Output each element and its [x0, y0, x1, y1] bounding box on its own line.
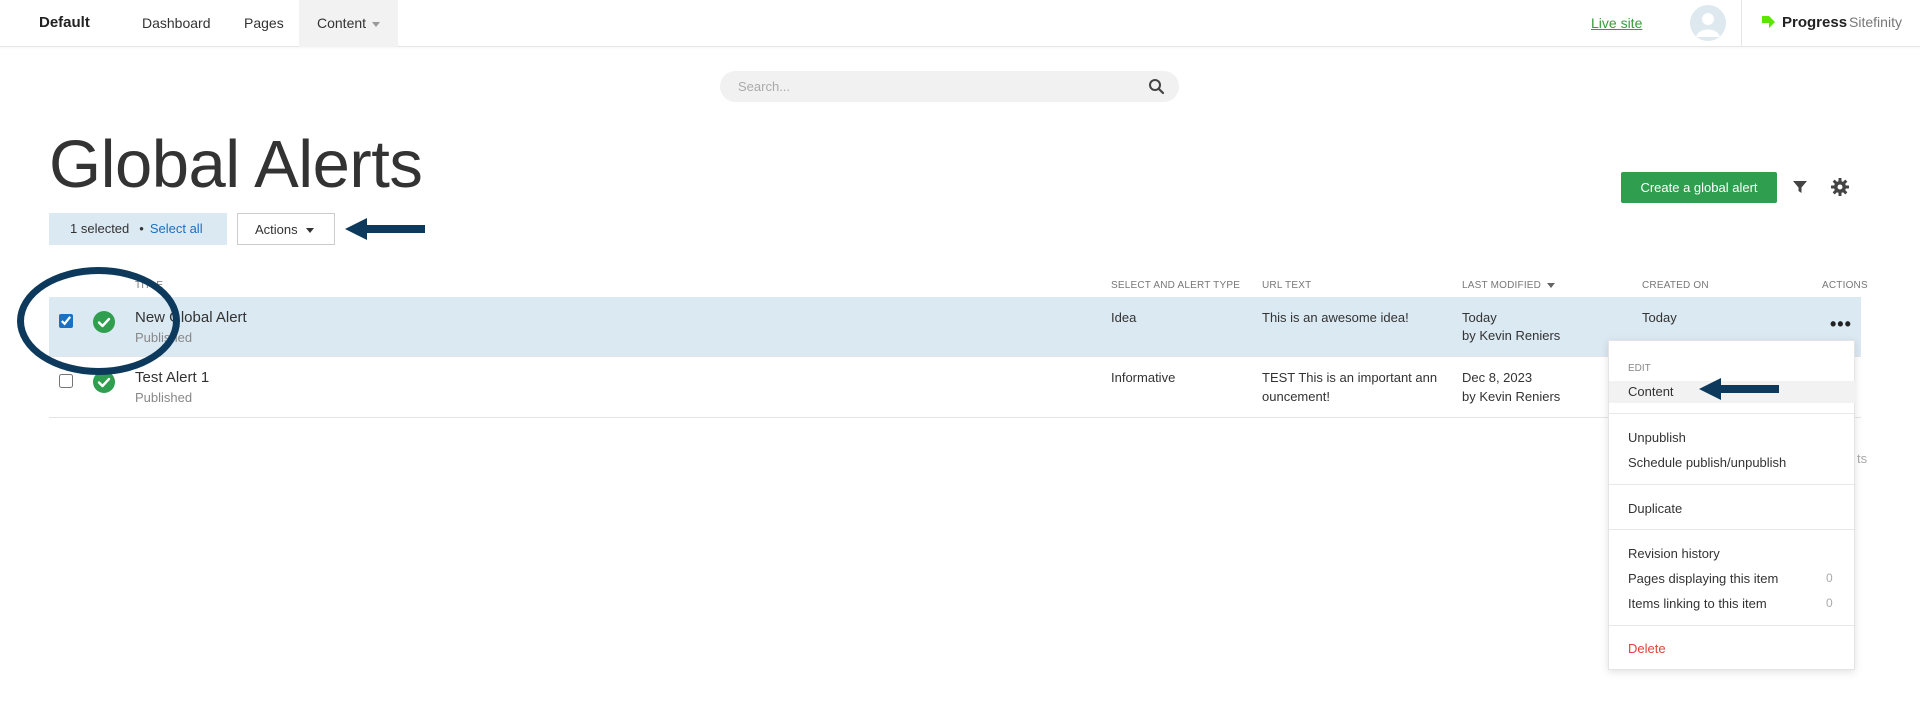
menu-item-revision-history[interactable]: Revision history	[1628, 546, 1720, 561]
create-global-alert-button[interactable]: Create a global alert	[1621, 172, 1777, 203]
row-status: Published	[135, 390, 193, 405]
selected-count: 1 selected	[70, 221, 130, 236]
background-text-fragment: ts	[1857, 451, 1868, 466]
column-header-actions: Actions	[1822, 280, 1868, 291]
column-header-created-on[interactable]: Created on	[1642, 280, 1709, 291]
menu-item-duplicate[interactable]: Duplicate	[1628, 501, 1682, 516]
actions-button-label: Actions	[255, 221, 298, 237]
table-row[interactable]: New Global Alert Published Idea This is …	[49, 297, 1861, 357]
nav-content[interactable]: Content	[299, 0, 399, 47]
row-created-on: Today	[1642, 310, 1677, 325]
sitefinity-logo: Progress Sitefinity	[1760, 12, 1902, 32]
row-modified-date: Today	[1462, 310, 1497, 325]
pages-displaying-count: 0	[1826, 571, 1833, 585]
row-url-text-continued: ouncement!	[1262, 389, 1330, 404]
annotation-arrow-icon	[345, 218, 425, 240]
menu-divider	[1609, 529, 1856, 530]
menu-item-pages-displaying[interactable]: Pages displaying this item	[1628, 571, 1778, 586]
menu-section-edit: EDIT	[1628, 363, 1651, 374]
menu-divider	[1609, 484, 1856, 485]
chevron-down-icon	[305, 227, 314, 233]
select-all-link[interactable]: Select all	[150, 221, 203, 236]
column-header-url-text[interactable]: URL text	[1262, 280, 1311, 291]
row-actions-more-icon[interactable]: •••	[1830, 315, 1852, 333]
row-modified-date: Dec 8, 2023	[1462, 370, 1533, 385]
menu-item-items-linking[interactable]: Items linking to this item	[1628, 596, 1767, 611]
table-row[interactable]: Test Alert 1 Published Informative TEST …	[49, 358, 1861, 418]
site-name[interactable]: Default	[39, 14, 90, 31]
row-url-text: This is an awesome idea!	[1262, 310, 1409, 325]
row-modified-by: by Kevin Reniers	[1462, 328, 1561, 343]
column-header-last-modified-label: Last modified	[1462, 280, 1542, 291]
filter-icon[interactable]	[1791, 178, 1809, 196]
chevron-down-icon	[372, 21, 381, 27]
row-checkbox[interactable]	[59, 374, 73, 388]
row-title[interactable]: Test Alert 1	[135, 369, 209, 386]
annotation-arrow-icon	[1699, 378, 1779, 400]
column-header-type[interactable]: Select and alert type	[1111, 280, 1240, 291]
top-navigation: Default Dashboard Pages Content Live sit…	[0, 0, 1920, 47]
annotation-circle	[17, 267, 180, 375]
logo-progress-text: Progress	[1782, 13, 1848, 31]
search-icon[interactable]	[1148, 78, 1165, 95]
row-url-text: TEST This is an important ann	[1262, 370, 1438, 385]
nav-divider	[1741, 0, 1742, 47]
row-type: Informative	[1111, 370, 1176, 385]
nav-content-label: Content	[317, 15, 367, 31]
row-modified-by: by Kevin Reniers	[1462, 389, 1561, 404]
actions-button[interactable]: Actions	[237, 213, 335, 245]
logo-sitefinity-text: Sitefinity	[1849, 14, 1902, 30]
separator-dot: •	[139, 221, 144, 236]
progress-logo-icon	[1762, 16, 1775, 28]
gear-icon[interactable]	[1830, 177, 1850, 197]
avatar[interactable]	[1690, 5, 1726, 41]
column-header-last-modified[interactable]: Last modified	[1462, 280, 1556, 291]
page-title: Global Alerts	[49, 127, 423, 202]
nav-dashboard[interactable]: Dashboard	[142, 0, 211, 47]
user-icon	[1696, 13, 1720, 37]
menu-item-delete[interactable]: Delete	[1628, 641, 1666, 656]
row-type: Idea	[1111, 310, 1137, 325]
menu-item-unpublish[interactable]: Unpublish	[1628, 430, 1686, 445]
live-site-link[interactable]: Live site	[1591, 15, 1642, 31]
selection-summary: 1 selected • Select all	[49, 213, 227, 245]
items-linking-count: 0	[1826, 596, 1833, 610]
nav-pages[interactable]: Pages	[244, 0, 284, 47]
search-bar	[720, 71, 1179, 102]
search-input[interactable]	[738, 71, 1138, 102]
sort-down-icon	[1547, 282, 1556, 288]
menu-divider	[1609, 413, 1856, 414]
menu-divider	[1609, 625, 1856, 626]
menu-item-schedule[interactable]: Schedule publish/unpublish	[1628, 455, 1786, 470]
